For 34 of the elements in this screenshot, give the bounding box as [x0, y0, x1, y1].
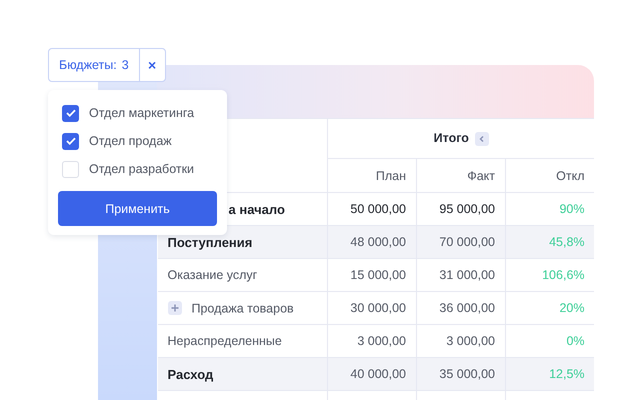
chevron-left-icon — [478, 134, 486, 143]
filter-chip[interactable]: Бюджеты: 3 — [49, 49, 140, 81]
plus-icon — [170, 304, 178, 312]
checkbox[interactable] — [62, 104, 79, 122]
table-cell: 48 000,00 — [328, 226, 416, 258]
table-cell: 15 000,00 — [328, 258, 416, 292]
expand-button[interactable] — [168, 301, 182, 316]
collapse-toggle-button[interactable] — [474, 132, 489, 146]
table-cell: 35 000,00 — [416, 358, 506, 390]
table-cell: 36 000,00 — [416, 292, 506, 324]
row-label: а начало — [228, 202, 285, 216]
row-label: Нераспределенные — [168, 334, 282, 348]
row-label: Поступления — [168, 234, 252, 250]
table-cell: 12,5% — [506, 358, 594, 390]
row-label: Оказание услуг — [168, 268, 258, 282]
column-header: Факт — [416, 158, 506, 192]
column-group-header: Итого — [434, 131, 469, 146]
table-cell: 31 000,00 — [416, 258, 506, 292]
clear-filter-button[interactable]: × — [140, 49, 165, 81]
row-label: Расход — [168, 366, 214, 382]
checkmark-icon — [66, 137, 76, 145]
checkbox[interactable] — [62, 160, 79, 178]
table-cell: 40 000,00 — [328, 358, 416, 390]
option-label[interactable]: Отдел разработки — [89, 162, 194, 176]
checkmark-icon — [66, 109, 76, 117]
option-label[interactable]: Отдел продаж — [89, 134, 172, 148]
table-cell: 45,8% — [506, 226, 594, 258]
option-label[interactable]: Отдел маркетинга — [89, 106, 194, 120]
table-cell: 70 000,00 — [416, 226, 506, 258]
column-header: План — [328, 158, 416, 192]
apply-button[interactable]: Применить — [58, 191, 217, 226]
checkbox[interactable] — [62, 132, 79, 150]
row-label: Продажа товаров — [192, 301, 294, 316]
table-cell: 30 000,00 — [328, 292, 416, 324]
